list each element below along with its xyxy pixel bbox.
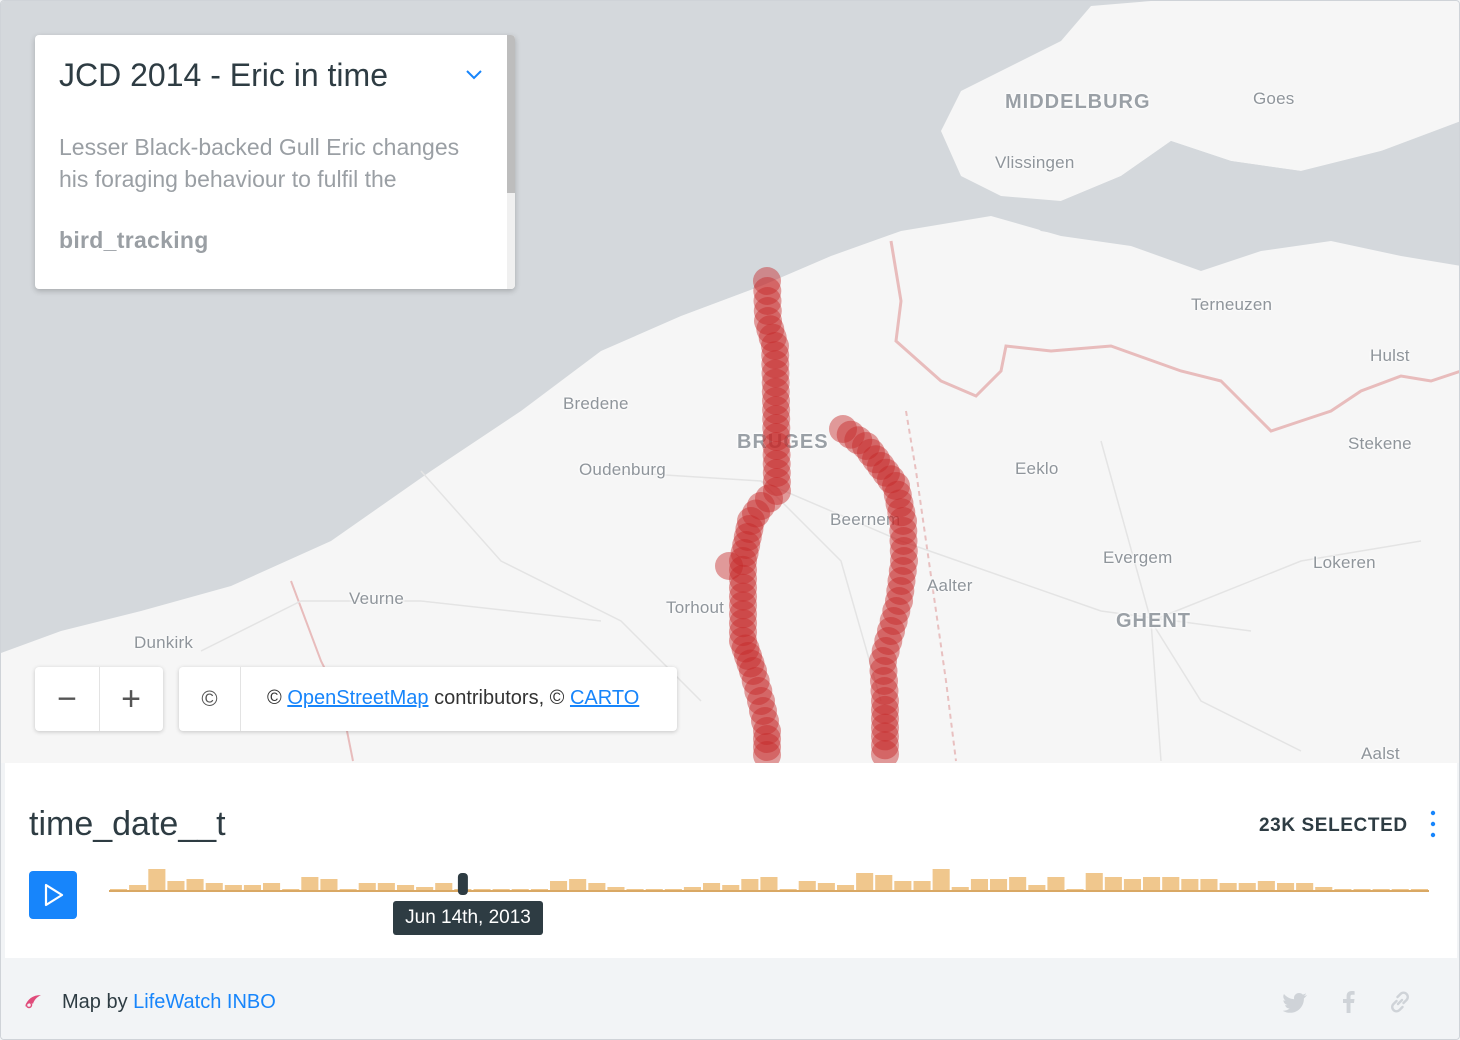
footer-credit: Map by LifeWatch INBO — [62, 991, 276, 1014]
author-link[interactable]: LifeWatch INBO — [133, 991, 276, 1013]
histogram-bar[interactable] — [435, 883, 453, 891]
footer-prefix: Map by — [62, 991, 128, 1013]
histogram-bar[interactable] — [875, 875, 893, 891]
histogram-bar[interactable] — [913, 881, 931, 891]
play-button[interactable] — [29, 871, 77, 919]
histogram-bar[interactable] — [1238, 883, 1256, 891]
histogram-bar[interactable] — [1162, 877, 1180, 891]
scrollbar-thumb[interactable] — [507, 35, 515, 193]
attribution-text: © OpenStreetMap contributors, © CARTO — [267, 687, 639, 710]
attribution-middle: contributors, © — [434, 687, 565, 709]
time-histogram[interactable] — [109, 859, 1429, 899]
legend-scrollbar[interactable] — [507, 35, 515, 289]
histogram-bar[interactable] — [798, 881, 816, 891]
chevron-down-icon[interactable] — [463, 63, 485, 85]
histogram-bar[interactable] — [1085, 873, 1103, 891]
facebook-icon[interactable] — [1336, 989, 1362, 1015]
twitter-icon[interactable] — [1283, 989, 1309, 1015]
timeline-handle[interactable] — [457, 873, 468, 895]
layer-name: bird_tracking — [59, 227, 209, 253]
histogram-bar[interactable] — [358, 883, 376, 891]
histogram-bar[interactable] — [932, 869, 950, 891]
selected-count: 23K SELECTED — [1259, 815, 1408, 836]
track-point — [715, 552, 743, 580]
legend-panel: JCD 2014 - Eric in time Lesser Black-bac… — [35, 35, 515, 289]
histogram-bar[interactable] — [894, 881, 912, 891]
histogram-bar[interactable] — [741, 879, 759, 891]
histogram-bar[interactable] — [1296, 883, 1314, 891]
histogram-bar[interactable] — [1104, 877, 1122, 891]
link-icon[interactable] — [1387, 989, 1413, 1015]
attribution-prefix: © — [267, 687, 282, 709]
histogram-bar[interactable] — [186, 879, 204, 891]
histogram-bar[interactable] — [1181, 879, 1199, 891]
histogram-bar[interactable] — [970, 879, 988, 891]
zoom-in-button[interactable]: + — [99, 667, 163, 731]
histogram-bar[interactable] — [1009, 877, 1027, 891]
carto-logo-icon — [25, 995, 41, 1009]
histogram-bar[interactable] — [148, 869, 166, 891]
histogram-bar[interactable] — [1257, 881, 1275, 891]
histogram-bar[interactable] — [205, 883, 223, 891]
histogram-bar[interactable] — [550, 881, 568, 891]
map-title: JCD 2014 - Eric in time — [59, 57, 388, 93]
widget-title: time_date__t — [29, 805, 226, 843]
histogram-bar[interactable] — [263, 883, 281, 891]
histogram-bar[interactable] — [990, 879, 1008, 891]
zoom-control: − + — [35, 667, 163, 731]
histogram-bar[interactable] — [1143, 877, 1161, 891]
histogram-bar[interactable] — [856, 873, 874, 891]
histogram-bar[interactable] — [588, 883, 606, 891]
histogram-bar[interactable] — [760, 877, 778, 891]
widget-options-icon[interactable] — [1427, 809, 1439, 839]
attribution-toggle[interactable]: © — [179, 667, 241, 731]
attribution-box: © © OpenStreetMap contributors, © CARTO — [179, 667, 677, 731]
histogram-bar[interactable] — [1200, 879, 1218, 891]
time-tooltip: Jun 14th, 2013 — [393, 901, 543, 935]
time-series-widget: time_date__t 23K SELECTED — [5, 763, 1457, 958]
footer: Map by LifeWatch INBO — [1, 959, 1459, 1039]
histogram-bar[interactable] — [320, 879, 338, 891]
zoom-out-button[interactable]: − — [35, 667, 100, 731]
histogram-bar[interactable] — [1123, 879, 1141, 891]
play-icon — [44, 883, 64, 907]
histogram-bar[interactable] — [703, 883, 721, 891]
openstreetmap-link[interactable]: OpenStreetMap — [287, 687, 428, 709]
histogram-bar[interactable] — [1219, 883, 1237, 891]
histogram-bar[interactable] — [817, 883, 835, 891]
histogram-bar[interactable] — [1047, 877, 1065, 891]
histogram-bar[interactable] — [569, 879, 587, 891]
carto-link[interactable]: CARTO — [570, 687, 639, 709]
map-description: Lesser Black-backed Gull Eric changes hi… — [59, 134, 460, 192]
histogram-bar[interactable] — [1277, 883, 1295, 891]
embed-frame: MIDDELBURG Goes Vlissingen Terneuzen Hul… — [0, 0, 1460, 1040]
histogram-bar[interactable] — [377, 883, 395, 891]
histogram-bar[interactable] — [167, 881, 185, 891]
histogram-bar[interactable] — [301, 877, 319, 891]
